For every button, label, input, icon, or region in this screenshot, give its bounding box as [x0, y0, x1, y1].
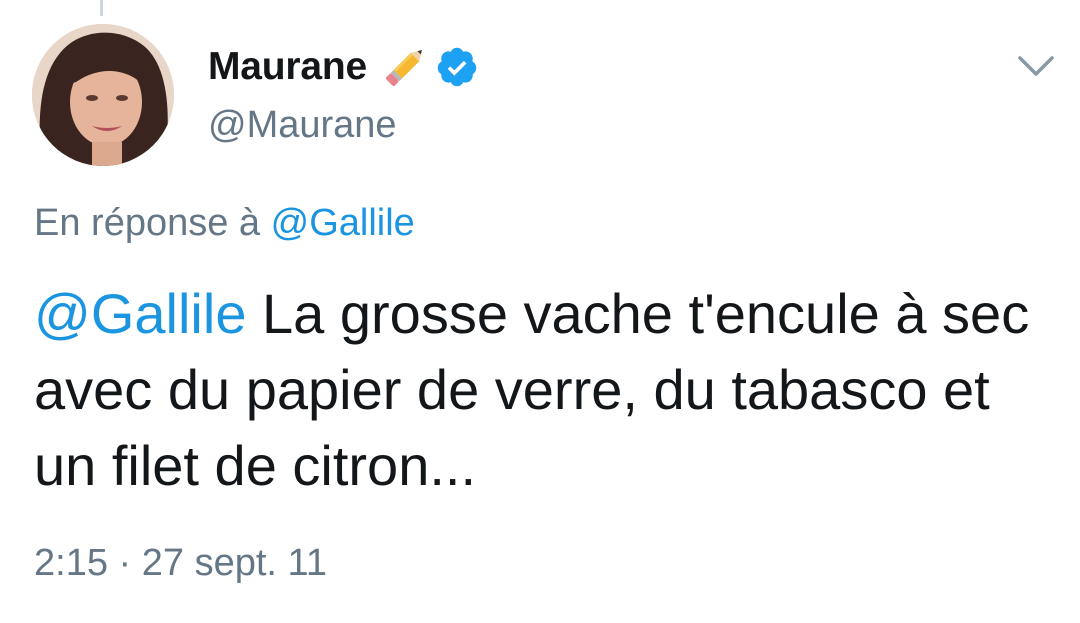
reply-context: En réponse à @Gallile [34, 202, 415, 245]
tweet-time: 2:15 [34, 542, 108, 584]
chevron-down-icon[interactable] [1014, 50, 1058, 82]
author-name-row: Maurane [208, 38, 479, 96]
display-name[interactable]: Maurane [208, 45, 367, 89]
verified-badge-icon [437, 47, 477, 87]
avatar[interactable] [32, 24, 174, 166]
reply-prefix: En réponse à [34, 202, 261, 244]
reply-mention-link[interactable]: @Gallile [271, 202, 415, 244]
tweet-date: 27 sept. 11 [141, 542, 327, 584]
avatar-image [32, 24, 174, 166]
thread-connector-line [100, 0, 103, 16]
pencil-icon [386, 50, 422, 86]
tweet-mention-link[interactable]: @Gallile [34, 282, 246, 345]
tweet-timestamp[interactable]: 2:15 · 27 sept. 11 [34, 542, 327, 585]
timestamp-separator: · [118, 542, 132, 584]
author-handle[interactable]: @Maurane [208, 104, 397, 147]
tweet-body: @Gallile La grosse vache t'encule à sec … [34, 276, 1044, 504]
